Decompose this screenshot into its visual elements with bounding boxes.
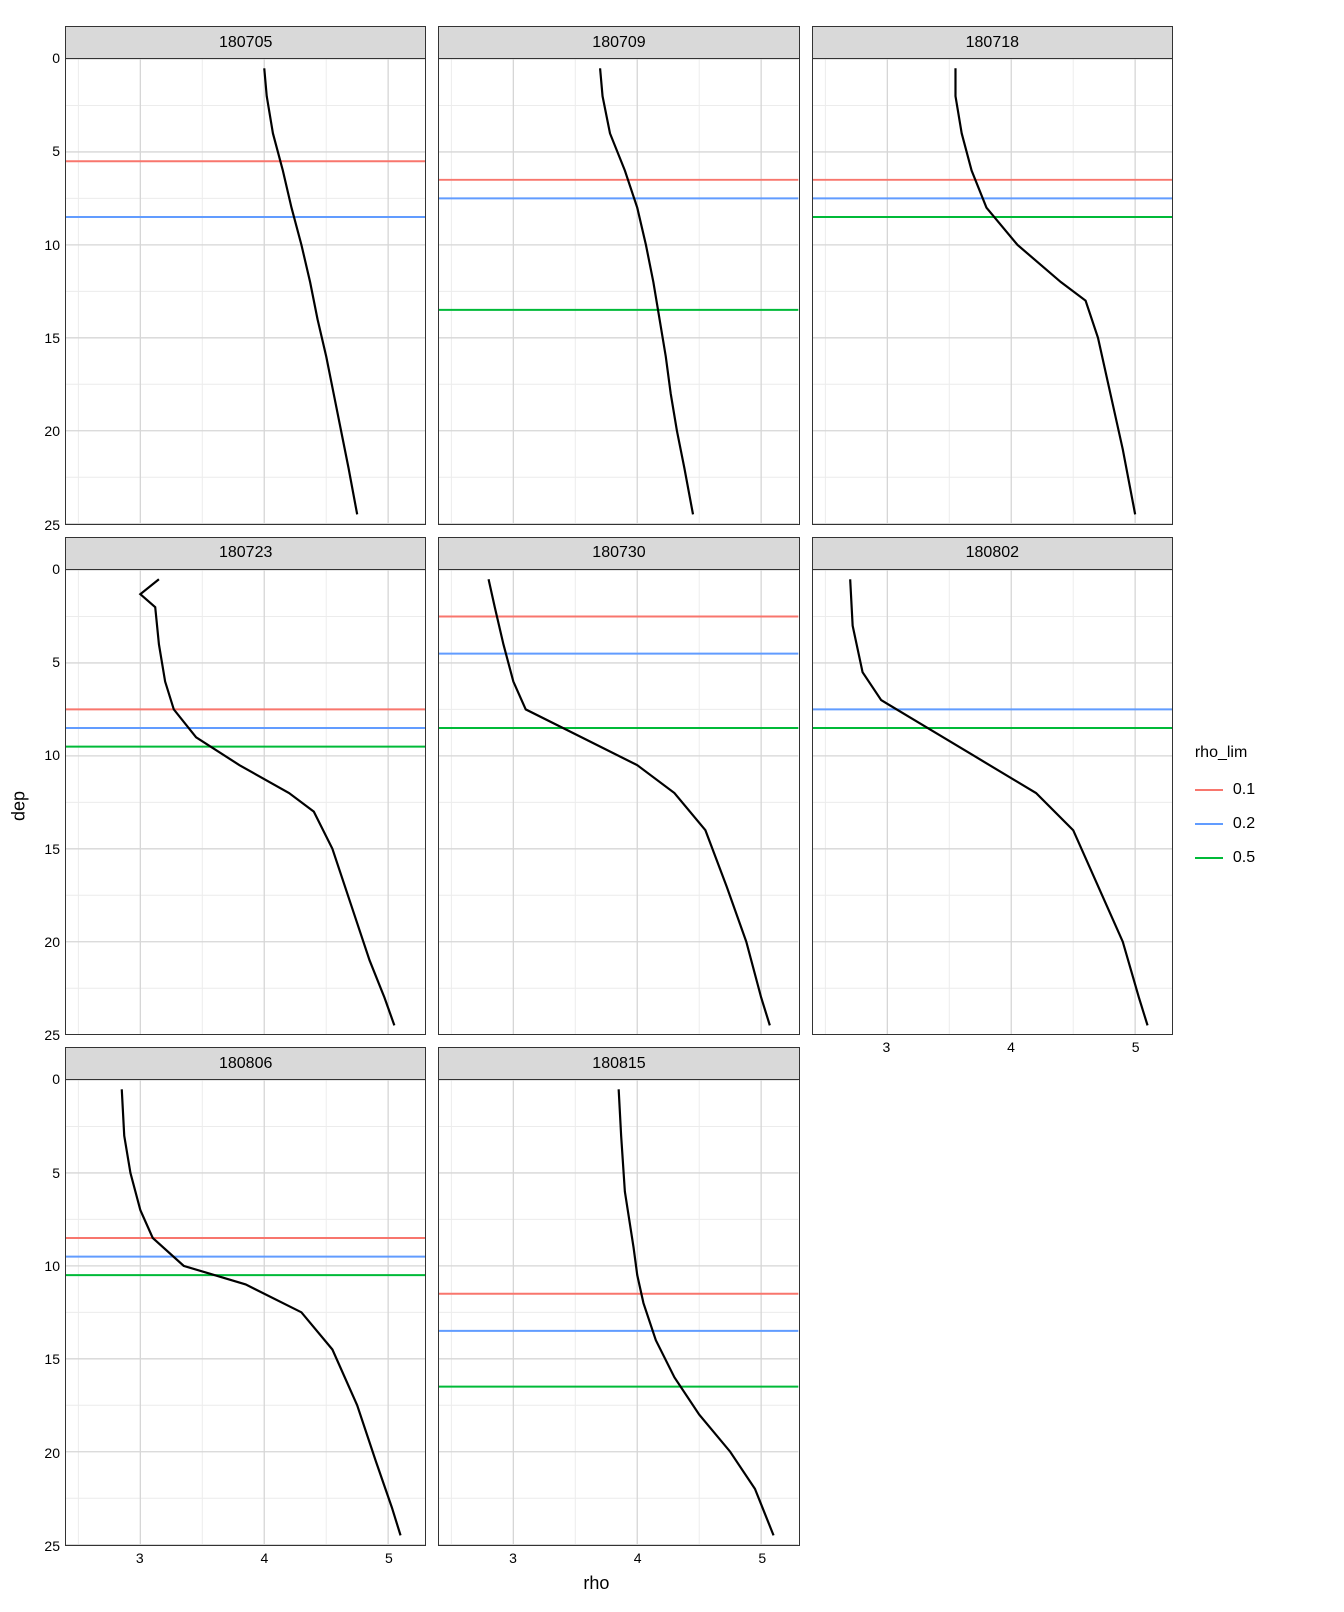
facet-panel (812, 58, 1173, 525)
facet-strip: 180709 (438, 26, 799, 58)
legend-item: 0.1 (1195, 780, 1334, 800)
facet-strip: 180802 (812, 537, 1173, 569)
facet-strip: 180705 (65, 26, 426, 58)
x-tick-label: 5 (385, 1550, 393, 1566)
x-tick-label: 5 (1132, 1039, 1140, 1055)
y-tick-label: 25 (20, 517, 60, 533)
y-tick-label: 0 (20, 1071, 60, 1087)
facet-panel (65, 1079, 426, 1546)
facet-cell: 1807230510152025 (65, 537, 426, 1036)
x-tick-label: 4 (634, 1550, 642, 1566)
y-tick-label: 5 (20, 654, 60, 670)
facet-label: 180806 (219, 1055, 272, 1073)
y-tick-label: 10 (20, 1258, 60, 1274)
facet-label: 180718 (966, 34, 1019, 52)
facet-label: 180802 (966, 544, 1019, 562)
y-ticks: 0510152025 (20, 58, 60, 525)
plot-area: dep 180705051015202518070918071818072305… (10, 16, 1183, 1596)
legend-item-label: 0.1 (1233, 781, 1255, 799)
legend-key-icon (1195, 780, 1223, 800)
facet-strip: 180730 (438, 537, 799, 569)
figure: dep 180705051015202518070918071818072305… (0, 0, 1344, 1612)
legend-item: 0.5 (1195, 848, 1334, 868)
facet-label: 180730 (592, 544, 645, 562)
facet-cell: 180802345 (812, 537, 1173, 1036)
facet-strip: 180718 (812, 26, 1173, 58)
x-ticks: 3 4 5 (438, 1550, 799, 1570)
facet-label: 180709 (592, 34, 645, 52)
y-tick-label: 15 (20, 841, 60, 857)
facet-panel (438, 1079, 799, 1546)
x-tick-label: 3 (136, 1550, 144, 1566)
y-tick-label: 0 (20, 50, 60, 66)
x-tick-label: 4 (1007, 1039, 1015, 1055)
facet-panel (438, 58, 799, 525)
facet-cell: 180815345 (438, 1047, 799, 1546)
x-ticks: 3 4 5 (65, 1550, 426, 1570)
facet-cell: 1808060510152025345 (65, 1047, 426, 1546)
y-tick-label: 15 (20, 330, 60, 346)
y-tick-label: 10 (20, 747, 60, 763)
facet-panel (812, 569, 1173, 1036)
y-tick-label: 10 (20, 237, 60, 253)
facet-panel (65, 569, 426, 1036)
facet-label: 180705 (219, 34, 272, 52)
facet-cell: 180709 (438, 26, 799, 525)
y-tick-label: 5 (20, 143, 60, 159)
y-tick-label: 15 (20, 1351, 60, 1367)
facet-strip: 180815 (438, 1047, 799, 1079)
facet-cell: 1807050510152025 (65, 26, 426, 525)
y-tick-label: 20 (20, 423, 60, 439)
legend-item-label: 0.2 (1233, 815, 1255, 833)
y-tick-label: 25 (20, 1027, 60, 1043)
legend-title: rho_lim (1195, 744, 1334, 762)
legend-key-icon (1195, 848, 1223, 868)
legend-key-icon (1195, 814, 1223, 834)
x-tick-label: 4 (260, 1550, 268, 1566)
y-tick-label: 20 (20, 934, 60, 950)
facet-panel (438, 569, 799, 1036)
y-tick-label: 20 (20, 1445, 60, 1461)
y-tick-label: 25 (20, 1538, 60, 1554)
y-ticks: 0510152025 (20, 569, 60, 1036)
legend-item-label: 0.5 (1233, 849, 1255, 867)
facet-panel (65, 58, 426, 525)
y-ticks: 0510152025 (20, 1079, 60, 1546)
facet-strip: 180806 (65, 1047, 426, 1079)
facet-label: 180815 (592, 1055, 645, 1073)
x-axis-label: rho (583, 1573, 609, 1594)
x-tick-label: 5 (758, 1550, 766, 1566)
facet-grid: 1807050510152025 180709 180718 180723051015… (65, 26, 1173, 1546)
facet-cell: 180718 (812, 26, 1173, 525)
x-ticks: 3 4 5 (812, 1039, 1173, 1059)
x-tick-label: 3 (883, 1039, 891, 1055)
y-tick-label: 0 (20, 561, 60, 577)
facet-strip: 180723 (65, 537, 426, 569)
y-tick-label: 5 (20, 1165, 60, 1181)
facet-label: 180723 (219, 544, 272, 562)
facet-cell: 180730 (438, 537, 799, 1036)
legend: rho_lim 0.1 0.2 0.5 (1183, 744, 1334, 868)
x-tick-label: 3 (509, 1550, 517, 1566)
legend-item: 0.2 (1195, 814, 1334, 834)
